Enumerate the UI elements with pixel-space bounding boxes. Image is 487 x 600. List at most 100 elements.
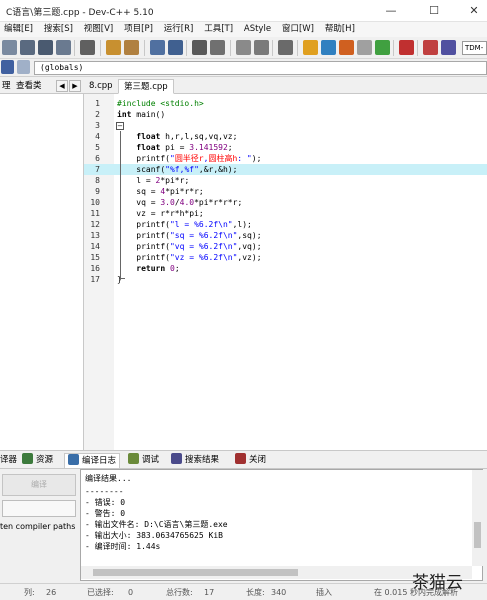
log-vertical-scrollbar[interactable] — [472, 470, 483, 566]
status-sel-label: 已选择: — [87, 588, 114, 597]
menu-search[interactable]: 搜索[S] — [40, 22, 77, 37]
abort-button[interactable] — [2, 500, 76, 517]
menu-view[interactable]: 视图[V] — [80, 22, 117, 37]
status-sel-value: 0 — [128, 588, 134, 597]
menu-help[interactable]: 帮助[H] — [321, 22, 359, 37]
bookmark-icon[interactable] — [210, 40, 225, 55]
tab-debug[interactable]: 调试 — [128, 453, 159, 468]
tab-file-active[interactable]: 第三题.cpp — [118, 79, 174, 94]
project-panel: 理 查看类 ◀ ▶ — [0, 78, 84, 450]
chart-icon[interactable] — [423, 40, 438, 55]
toolbar-separator — [74, 40, 75, 56]
save-icon[interactable] — [38, 40, 53, 55]
log-line: - 警告: 0 — [85, 509, 126, 518]
tab-compiler[interactable]: 译器 — [0, 453, 17, 468]
compile-run-icon[interactable] — [339, 40, 354, 55]
tab-next-arrow-icon[interactable]: ▶ — [69, 80, 81, 92]
tab-prev-arrow-icon[interactable]: ◀ — [56, 80, 68, 92]
print-icon[interactable] — [80, 40, 95, 55]
tab-file-8-cpp[interactable]: 8.cpp — [84, 79, 118, 94]
project-panel-tabs: 理 查看类 ◀ ▶ — [0, 78, 84, 94]
resources-icon — [22, 453, 33, 464]
run-icon[interactable] — [321, 40, 336, 55]
tab-close[interactable]: 关闭 — [235, 453, 266, 468]
toolbar-separator — [100, 40, 101, 56]
scope-select[interactable]: (globals) — [34, 61, 487, 75]
toolbar-separator — [297, 40, 298, 56]
tab-classes[interactable]: 查看类 — [16, 80, 42, 93]
tab-project[interactable]: 理 — [2, 80, 11, 93]
compile-log[interactable]: 编译结果... -------- - 错误: 0 - 警告: 0 - 输出文件名… — [80, 469, 483, 581]
log-line: 编译结果... — [85, 474, 132, 483]
new-file-icon[interactable] — [2, 40, 17, 55]
log-line: - 错误: 0 — [85, 498, 126, 507]
class-browser-icon[interactable] — [1, 60, 14, 74]
log-line: -------- — [85, 487, 124, 496]
toolbar-separator — [186, 40, 187, 56]
rebuild-icon[interactable] — [357, 40, 372, 55]
undo-icon[interactable] — [106, 40, 121, 55]
log-line: - 输出大小: 383.0634765625 KiB — [85, 531, 223, 540]
comment-icon[interactable] — [278, 40, 293, 55]
code-line: 4 float h,r,l,sq,vq,vz; — [95, 132, 238, 141]
code-line: 14 printf("vq = %6.2f\n",vq); — [90, 242, 262, 251]
menu-window[interactable]: 窗口[W] — [278, 22, 318, 37]
menu-project[interactable]: 项目[P] — [120, 22, 157, 37]
unindent-icon[interactable] — [254, 40, 269, 55]
find-icon[interactable] — [150, 40, 165, 55]
menu-edit[interactable]: 编辑[E] — [0, 22, 37, 37]
main-toolbar: TDM- — [0, 37, 487, 59]
code-line: 2 int main() — [95, 110, 166, 119]
check-icon[interactable] — [375, 40, 390, 55]
code-line: 13 printf("sq = %6.2f\n",sq); — [90, 231, 262, 240]
minimize-button[interactable]: — — [378, 2, 404, 20]
scope-toolbar: (globals) — [0, 59, 487, 77]
tab-compile-log[interactable]: 编译日志 — [64, 453, 121, 468]
tab-search-results[interactable]: 搜索结果 — [171, 453, 219, 468]
compiler-select[interactable]: TDM- — [462, 41, 487, 55]
status-insert-mode: 插入 — [316, 588, 332, 597]
maximize-button[interactable]: ☐ — [421, 2, 447, 20]
compile-controls: 编译 ten compiler paths — [0, 469, 80, 581]
tab-resources[interactable]: 资源 — [22, 453, 53, 468]
scrollbar-thumb[interactable] — [93, 569, 298, 576]
log-line: - 编译时间: 1.44s — [85, 542, 161, 551]
menu-tools[interactable]: 工具[T] — [200, 22, 237, 37]
goto-icon[interactable] — [192, 40, 207, 55]
code-line: 10 vq = 3.0/4.0*pi*r*r*r; — [90, 198, 243, 207]
code-lines[interactable]: 1#include <stdio.h> 2int main() 3{ 4 flo… — [84, 94, 487, 450]
log-line: - 输出文件名: D:\C语言\第三题.exe — [85, 520, 228, 529]
fold-toggle-icon[interactable]: − — [116, 122, 124, 130]
profile-icon[interactable] — [441, 40, 456, 55]
debug-icon — [128, 453, 139, 464]
code-line: 12 printf("l = %6.2f\n",l); — [90, 220, 252, 229]
code-line: 17} — [90, 275, 122, 284]
redo-icon[interactable] — [124, 40, 139, 55]
shorten-paths-checkbox-label[interactable]: ten compiler paths — [0, 521, 80, 533]
title-bar: C语言\第三题.cpp - Dev-C++ 5.10 — ☐ ✕ — [0, 0, 487, 22]
window-title: C语言\第三题.cpp - Dev-C++ 5.10 — [6, 8, 154, 18]
status-len-value: 340 — [271, 588, 287, 597]
members-icon[interactable] — [17, 60, 30, 74]
recompile-button[interactable]: 编译 — [2, 474, 76, 496]
code-line: 3{ — [95, 121, 122, 130]
close-button[interactable]: ✕ — [461, 2, 487, 20]
code-line: 1 #include <stdio.h> — [95, 99, 204, 108]
fold-guide-end — [120, 278, 125, 279]
code-editor[interactable]: 8.cpp 第三题.cpp 1 #include <stdio.h> 2 int m… — [84, 78, 487, 450]
code-line: 9 sq = 4*pi*r*r; — [95, 187, 204, 196]
code-line: 5 float pi = 3.141592; — [95, 143, 233, 152]
open-icon[interactable] — [20, 40, 35, 55]
menu-run[interactable]: 运行[R] — [160, 22, 198, 37]
indent-icon[interactable] — [236, 40, 251, 55]
replace-icon[interactable] — [168, 40, 183, 55]
fold-guide — [120, 131, 121, 278]
compile-icon[interactable] — [303, 40, 318, 55]
status-col-label: 列: — [24, 588, 35, 597]
save-all-icon[interactable] — [56, 40, 71, 55]
scrollbar-thumb[interactable] — [474, 522, 481, 548]
stop-icon[interactable] — [399, 40, 414, 55]
status-lines-label: 总行数: — [166, 588, 193, 597]
menu-astyle[interactable]: AStyle — [240, 22, 275, 37]
code-line: 6 printf("圆半径r,圆柱高h: "); — [95, 154, 262, 163]
